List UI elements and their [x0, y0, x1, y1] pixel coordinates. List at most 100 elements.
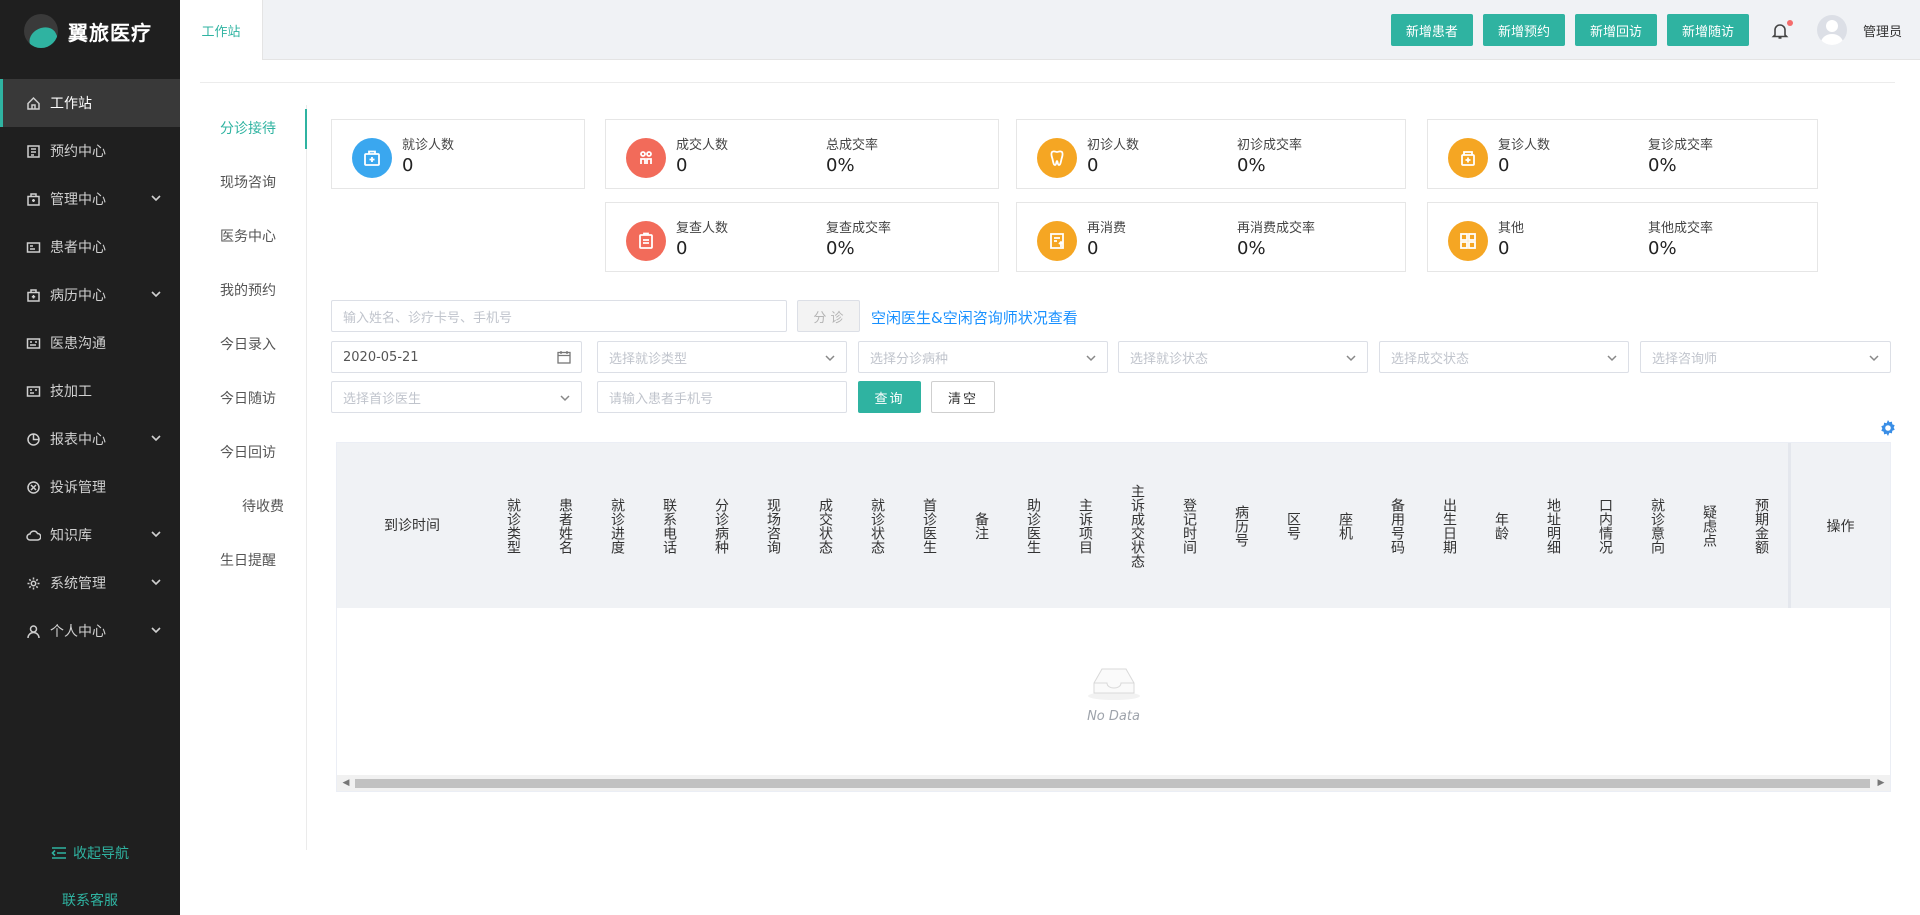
- tab-workstation[interactable]: 工作站: [180, 0, 263, 60]
- sidebar-item-label: 医患沟通: [50, 336, 106, 352]
- stat-metric: 复查成交率 0%: [826, 217, 891, 259]
- add-follow-up-button[interactable]: 新增随访: [1666, 14, 1749, 46]
- sidebar-item-2[interactable]: 管理中心: [0, 175, 180, 223]
- scroll-thumb[interactable]: [355, 779, 1870, 788]
- chevron-down-icon: [1085, 352, 1097, 368]
- notification-dot: [1786, 20, 1793, 26]
- column-header-label: 就诊状态: [869, 497, 885, 554]
- patient-search-input[interactable]: 输入姓名、诊疗卡号、手机号: [331, 300, 787, 332]
- briefcase-icon: [24, 190, 42, 208]
- column-header-6: 现场咨询: [747, 443, 799, 608]
- subnav-item-2[interactable]: 医务中心: [200, 213, 306, 267]
- stat-card-6: 其他 0 其他成交率 0%: [1427, 202, 1818, 272]
- sidebar-item-9[interactable]: 知识库: [0, 511, 180, 559]
- collapse-nav-button[interactable]: 收起导航: [0, 843, 180, 863]
- sidebar-item-8[interactable]: 投诉管理: [0, 463, 180, 511]
- scroll-right-icon[interactable]: ▶: [1875, 777, 1887, 789]
- subnav-item-5[interactable]: 今日随访: [200, 375, 306, 429]
- empty-inbox-icon: [1087, 668, 1140, 700]
- query-button[interactable]: 查询: [858, 381, 921, 413]
- scroll-left-icon[interactable]: ◀: [340, 777, 352, 789]
- subnav-item-7[interactable]: 待收费: [200, 483, 306, 537]
- stat-metric: 成交人数 0: [676, 134, 728, 176]
- medical-case-icon: [24, 286, 42, 304]
- add-appointment-button[interactable]: 新增预约: [1482, 14, 1565, 46]
- cloud-icon: [24, 526, 42, 544]
- triage-disease-select[interactable]: 选择分诊病种: [858, 341, 1108, 373]
- subnav-item-6[interactable]: 今日回访: [200, 429, 306, 483]
- user-avatar[interactable]: [1816, 15, 1847, 45]
- user-name[interactable]: 管理员: [1863, 21, 1902, 40]
- app-logo[interactable]: 翼旅医疗: [0, 0, 180, 62]
- subnav-item-0[interactable]: 分诊接待: [200, 105, 307, 159]
- chevron-down-icon: [150, 192, 162, 208]
- handshake-icon: [626, 138, 666, 178]
- gear-icon: [24, 574, 42, 592]
- chevron-down-icon: [150, 624, 162, 640]
- clipboard-icon: [626, 221, 666, 261]
- consultant-select[interactable]: 选择咨询师: [1640, 341, 1891, 373]
- notification-bell-icon[interactable]: [1771, 18, 1795, 42]
- stat-metric: 其他成交率 0%: [1648, 217, 1713, 259]
- column-header-label: 备用号码: [1389, 497, 1405, 554]
- horizontal-scrollbar[interactable]: ◀ ▶: [337, 775, 1890, 791]
- medicine-bottle-icon: [1448, 138, 1488, 178]
- sidebar-item-1[interactable]: 预约中心: [0, 127, 180, 175]
- column-header-label: 成交状态: [817, 497, 833, 554]
- tool-card-icon: [24, 382, 42, 400]
- sidebar-item-3[interactable]: 患者中心: [0, 223, 180, 271]
- date-picker[interactable]: 2020-05-21: [331, 341, 582, 373]
- clear-button[interactable]: 清空: [931, 381, 995, 413]
- contact-support-link[interactable]: 联系客服: [0, 890, 180, 910]
- top-bar: 工作站 新增患者 新增预约 新增回访 新增随访 管理员: [180, 0, 1920, 60]
- column-header-label: 预期金额: [1753, 497, 1769, 554]
- visit-status-select[interactable]: 选择就诊状态: [1118, 341, 1368, 373]
- column-header-label: 出生日期: [1441, 497, 1457, 554]
- sidebar-item-6[interactable]: 技加工: [0, 367, 180, 415]
- sidebar-item-7[interactable]: 报表中心: [0, 415, 180, 463]
- sidebar-item-label: 报表中心: [50, 432, 106, 448]
- triage-button[interactable]: 分 诊: [797, 300, 860, 332]
- chevron-down-icon: [1868, 352, 1880, 368]
- deal-status-select[interactable]: 选择成交状态: [1379, 341, 1629, 373]
- collapse-nav-label: 收起导航: [73, 846, 129, 862]
- stat-card-2: 初诊人数 0 初诊成交率 0%: [1016, 119, 1406, 189]
- column-header-0: 到诊时间: [337, 443, 487, 608]
- sidebar-item-10[interactable]: 系统管理: [0, 559, 180, 607]
- chat-card-icon: [24, 334, 42, 352]
- stat-label: 复查人数: [676, 221, 729, 236]
- stat-value: 0: [676, 155, 688, 176]
- table-settings-gear-icon[interactable]: [1880, 420, 1896, 440]
- first-doctor-select[interactable]: 选择首诊医生: [331, 381, 582, 413]
- sidebar-item-0[interactable]: 工作站: [0, 79, 180, 127]
- empty-state: No Data: [337, 608, 1890, 776]
- first-doctor-placeholder: 选择首诊医生: [343, 391, 422, 407]
- stat-label: 初诊人数: [1087, 138, 1140, 153]
- stat-value: 0: [402, 155, 414, 176]
- visit-type-select[interactable]: 选择就诊类型: [597, 341, 847, 373]
- app-name: 翼旅医疗: [68, 20, 152, 45]
- subnav-item-3[interactable]: 我的预约: [200, 267, 306, 321]
- patient-phone-input[interactable]: 请输入患者手机号: [597, 381, 847, 413]
- subnav-item-1[interactable]: 现场咨询: [200, 159, 306, 213]
- stat-metric: 其他 0: [1498, 217, 1524, 259]
- column-header-15: 病历号: [1215, 443, 1267, 608]
- column-header-label: 备注: [973, 511, 989, 540]
- stat-metric: 再消费 0: [1087, 217, 1126, 259]
- sidebar-item-label: 病历中心: [50, 288, 106, 304]
- visit-status-placeholder: 选择就诊状态: [1130, 351, 1209, 367]
- sidebar-item-5[interactable]: 医患沟通: [0, 319, 180, 367]
- stat-label: 成交人数: [676, 138, 729, 153]
- divider: [200, 82, 1895, 83]
- table-header: 到诊时间 就诊类型 患者姓名 就诊进度 联系电话 分诊病种 现场咨询 成交状态 就诊状态 首诊医生…: [337, 443, 1890, 608]
- column-header-label: 助诊医生: [1025, 497, 1041, 554]
- stat-value: 0: [1087, 238, 1099, 259]
- subnav-item-4[interactable]: 今日录入: [200, 321, 306, 375]
- sidebar-item-11[interactable]: 个人中心: [0, 607, 180, 655]
- add-patient-button[interactable]: 新增患者: [1390, 14, 1473, 46]
- idle-staff-status-link[interactable]: 空闲医生&空闲咨询师状况查看: [871, 307, 1078, 328]
- column-header-17: 座机: [1319, 443, 1371, 608]
- add-return-visit-button[interactable]: 新增回访: [1574, 14, 1657, 46]
- subnav-item-8[interactable]: 生日提醒: [200, 537, 306, 591]
- sidebar-item-4[interactable]: 病历中心: [0, 271, 180, 319]
